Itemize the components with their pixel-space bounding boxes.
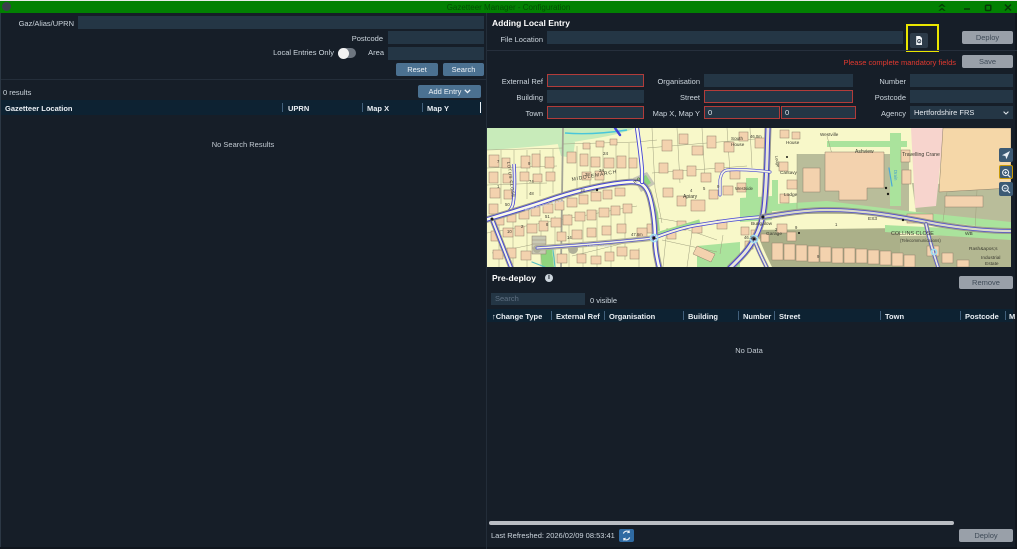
svg-text:Bungalow: Bungalow: [751, 221, 773, 227]
svg-text:ES3: ES3: [868, 216, 877, 222]
svg-text:Westville: Westville: [820, 132, 839, 137]
svg-text:Travelling Crane: Travelling Crane: [902, 152, 940, 158]
svg-text:Estate: Estate: [985, 261, 999, 267]
svg-text:Industrial: Industrial: [981, 255, 1000, 261]
svg-text:COLLINS CLOSE: COLLINS CLOSE: [891, 231, 934, 237]
svg-text:48: 48: [529, 191, 534, 196]
svg-text:38: 38: [585, 172, 590, 177]
svg-text:South: South: [731, 136, 743, 141]
svg-text:Cantavy: Cantavy: [780, 170, 798, 175]
svg-text:34: 34: [599, 168, 605, 173]
svg-text:24: 24: [603, 151, 609, 156]
svg-text:10: 10: [507, 229, 512, 234]
svg-text:14: 14: [567, 235, 572, 240]
svg-text:Lodge: Lodge: [784, 192, 798, 198]
svg-text:47.6m: 47.6m: [631, 232, 643, 237]
svg-text:51: 51: [545, 214, 550, 219]
svg-text:Apiary: Apiary: [683, 194, 698, 200]
svg-text:House: House: [786, 140, 800, 145]
svg-text:Ashview: Ashview: [855, 149, 874, 155]
svg-text:Dunn Close: Dunn Close: [587, 243, 611, 248]
svg-text:(Telecommunications): (Telecommunications): [900, 238, 941, 243]
svg-text:Westside: Westside: [735, 186, 754, 191]
svg-text:74: 74: [529, 179, 534, 184]
svg-text:Drain: Drain: [893, 170, 898, 181]
svg-text:Rash&apos;s: Rash&apos;s: [969, 246, 998, 252]
svg-text:46.1m: 46.1m: [744, 235, 756, 240]
svg-text:18: 18: [580, 188, 585, 193]
svg-text:46.0m: 46.0m: [750, 134, 762, 139]
svg-text:WB: WB: [965, 231, 973, 237]
svg-text:House: House: [731, 142, 745, 147]
svg-text:50: 50: [505, 202, 510, 207]
